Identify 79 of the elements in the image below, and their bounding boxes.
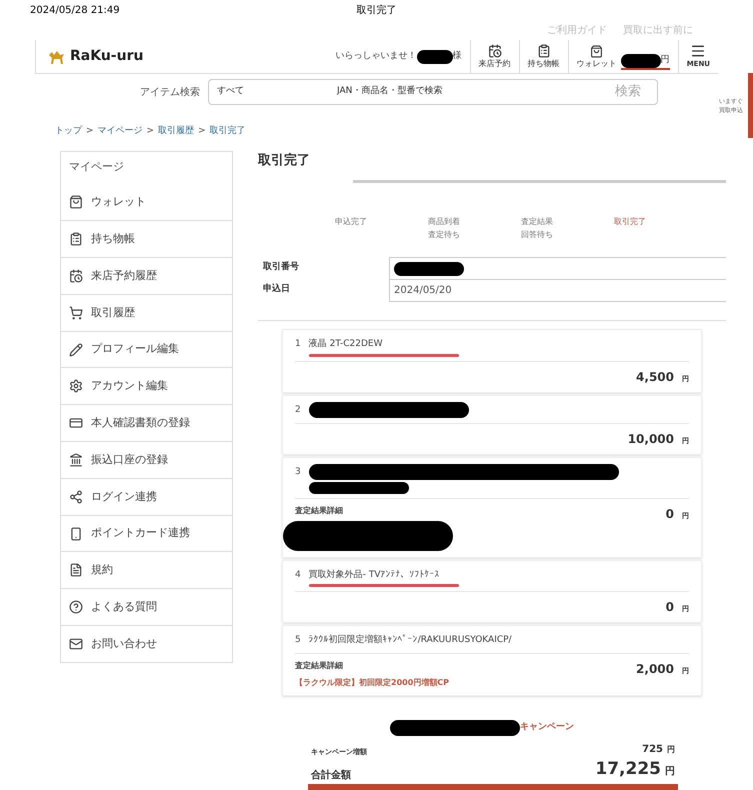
sidebar-item[interactable]: ウォレット	[61, 184, 232, 220]
side-tab[interactable]	[748, 73, 753, 138]
sidebar-item[interactable]: 持ち物帳	[61, 220, 232, 258]
nav-icon	[536, 44, 551, 58]
info-label: 取引番号	[262, 261, 300, 274]
item-number: 1	[295, 338, 301, 351]
progress-step: 取引完了	[614, 215, 646, 228]
item-note: 【ラクウル限定】初回限定2000円増額CP	[295, 677, 449, 689]
nav-icon	[488, 44, 502, 58]
sidebar-icon	[69, 526, 83, 541]
summary-value: 725	[642, 743, 663, 757]
nav-button[interactable]: 持ち物帳	[518, 40, 568, 74]
sidebar-item[interactable]: 振込口座の登録	[61, 441, 232, 478]
info-label: 申込日	[262, 283, 291, 296]
item-number: 2	[295, 404, 301, 416]
sidebar-item[interactable]: プロフィール編集	[61, 330, 232, 368]
item-number: 3	[295, 466, 301, 478]
sidebar-item[interactable]: アカウント編集	[61, 367, 232, 404]
summary-value: 17,225	[595, 758, 661, 781]
item-price: 2,000	[636, 661, 674, 678]
sidebar-item[interactable]: 来店予約履歴	[61, 257, 232, 294]
sidebar-icon	[69, 600, 83, 614]
sidebar-icon	[69, 232, 83, 246]
sidebar-item[interactable]: ポイントカード連携	[61, 514, 232, 552]
summary-unit: 円	[665, 765, 675, 779]
breadcrumb-link[interactable]: 取引履歴	[158, 125, 194, 138]
sidebar-item[interactable]: ログイン連携	[61, 478, 232, 515]
breadcrumb-separator: >	[146, 125, 154, 138]
sidebar-title: マイページ	[68, 159, 125, 176]
item-name: ﾗｸｳﾙ初回限定増額ｷｬﾝﾍﾟｰﾝ/RAKUURUSYOKAICP/	[308, 633, 512, 647]
sidebar-icon	[69, 416, 83, 430]
sidebar-icon	[69, 379, 83, 394]
sidebar-item[interactable]: 規約	[61, 551, 232, 588]
greeting: いらっしゃいませ！	[336, 50, 417, 63]
breadcrumb-separator: >	[86, 125, 94, 138]
detail-label: 査定結果詳細	[295, 660, 344, 672]
item-name: 買取対象外品- TVｱﾝﾃﾅ、ｿﾌﾄｹｰｽ	[308, 568, 440, 582]
page-title: 取引完了	[258, 152, 311, 170]
sidebar-icon	[69, 636, 83, 651]
sidebar-item[interactable]: 本人確認書類の登録	[61, 404, 232, 442]
menu-icon	[690, 43, 706, 60]
summary-label: 合計金額	[311, 768, 351, 782]
campaign-title: キャンペーン	[520, 721, 574, 734]
breadcrumb-link[interactable]: 取引完了	[210, 125, 246, 138]
sidebar-icon	[69, 268, 83, 283]
sidebar-icon	[69, 194, 83, 209]
sidebar-item[interactable]: よくある質問	[61, 588, 232, 626]
summary-unit: 円	[667, 744, 675, 756]
item-price: 10,000	[628, 430, 674, 448]
item-number: 5	[295, 634, 301, 647]
status-time: 2024/05/28 21:49	[30, 4, 121, 18]
item-number: 4	[295, 568, 301, 582]
wallet-button[interactable]: ウォレット 円	[568, 40, 678, 74]
sidebar-icon	[69, 306, 83, 320]
breadcrumb-link[interactable]: マイページ	[98, 125, 143, 138]
breadcrumb-link[interactable]: トップ	[55, 125, 82, 138]
progress-step: 申込完了	[335, 215, 367, 228]
item-name: 液晶 2T-C22DEW	[308, 338, 384, 351]
status-title: 取引完了	[356, 4, 398, 18]
wallet-icon	[590, 44, 604, 58]
item-price: 4,500	[636, 368, 674, 386]
honorific: 様	[452, 50, 462, 63]
info-value: 2024/05/20	[394, 284, 452, 298]
progress-step: 査定結果 回答待ち	[521, 215, 553, 241]
breadcrumb-separator: >	[198, 125, 206, 138]
sidebar-item[interactable]: 取引履歴	[61, 294, 232, 331]
sidebar-icon	[69, 342, 83, 357]
nav-button[interactable]: 来店予約	[470, 40, 519, 74]
sidebar-icon	[69, 452, 83, 467]
sidebar-icon	[69, 563, 83, 578]
progress-step: 商品到着 査定待ち	[428, 215, 460, 241]
logo[interactable]: RaKu-uru	[70, 46, 144, 67]
item-price: 0	[666, 506, 674, 522]
search-label: アイテム検索	[140, 86, 200, 100]
sidebar-item[interactable]: お問い合わせ	[61, 625, 232, 662]
detail-label: 査定結果詳細	[295, 504, 344, 516]
wallet-unit: 円	[660, 54, 670, 67]
item-price: 0	[666, 599, 674, 616]
sidebar-icon	[69, 490, 83, 504]
